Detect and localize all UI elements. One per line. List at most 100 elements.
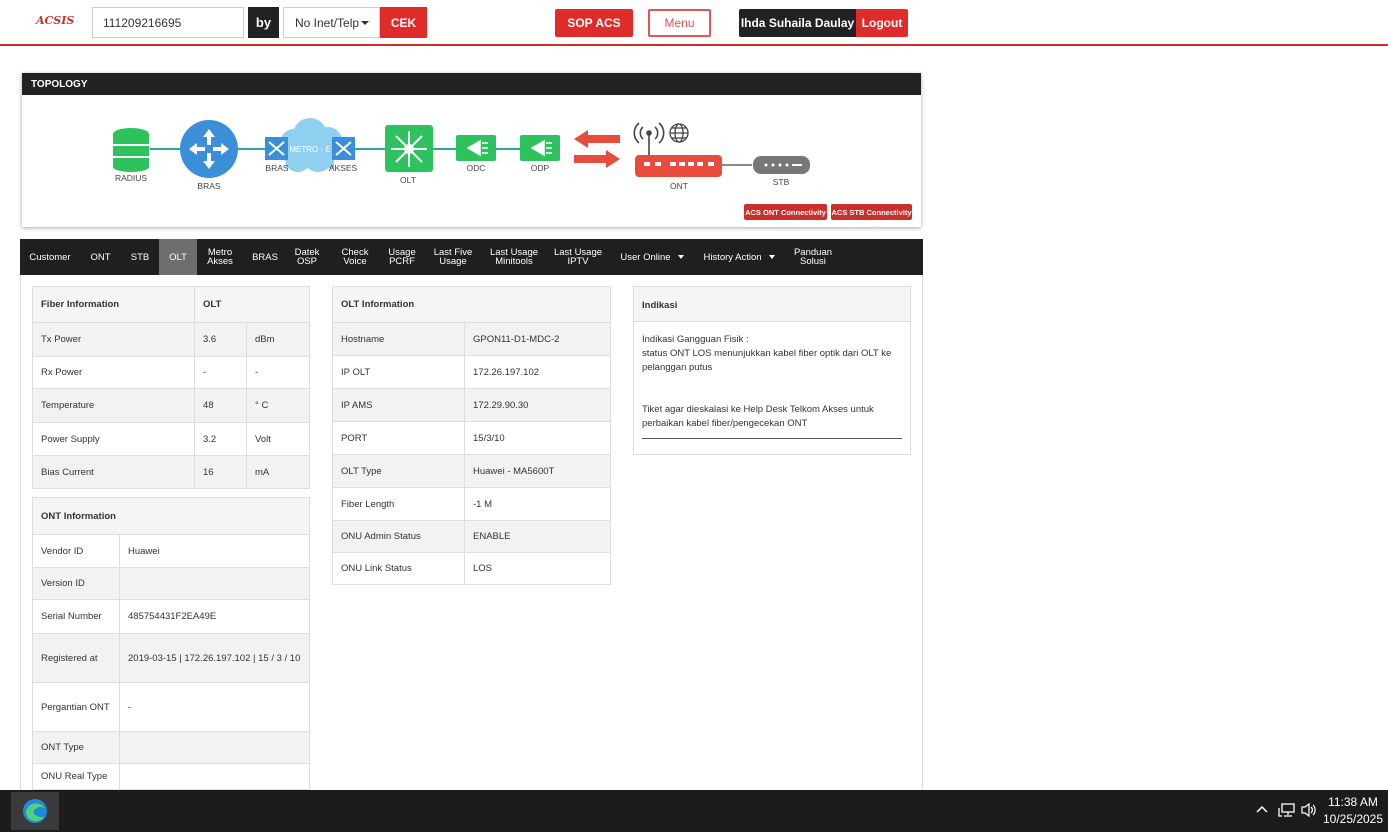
acs-stb-connectivity-button[interactable]: ACS STB Connectivity [831, 204, 912, 220]
row-label: Version ID [32, 567, 120, 600]
sop-acs-button[interactable]: SOP ACS [555, 9, 633, 37]
table-row: ONT Type [32, 731, 310, 764]
table-row: Tx Power 3.6 dBm [32, 322, 310, 357]
row-value: 3.2 [194, 422, 247, 456]
metro-label: METRO - E [289, 145, 330, 154]
row-label: Temperature [32, 388, 195, 423]
table-row: Bias Current 16 mA [32, 455, 310, 489]
row-value: 172.29.90.30 [464, 388, 611, 422]
table-row: Rx Power - - [32, 356, 310, 389]
cek-button[interactable]: CEK [380, 7, 427, 38]
app-logo[interactable]: ACSIS [36, 14, 74, 27]
indikasi-body: Indikasi Gangguan Fisik : status ONT LOS… [642, 333, 902, 431]
logout-button[interactable]: Logout [856, 9, 908, 37]
fiber-info-table: Fiber Information OLT Tx Power 3.6 dBm R… [32, 286, 310, 489]
tab-label: STB [130, 251, 150, 263]
table-row: Registered at 2019-03-15 | 172.26.197.10… [32, 633, 310, 683]
row-label: Rx Power [32, 356, 195, 389]
table-row: Serial Number 485754431F2EA49E [32, 599, 310, 634]
row-label: Fiber Length [332, 487, 465, 521]
table-row: Vendor ID Huawei [32, 534, 310, 568]
topology-panel: TOPOLOGY METRO - E RADIUS BRAS BRAS AKSE… [22, 73, 921, 227]
tab-label: Panduan Solusi [793, 247, 833, 267]
row-value [119, 763, 310, 790]
row-label: IP AMS [332, 388, 465, 422]
tab-label: User Online [620, 251, 671, 263]
tab-label: Datek OSP [294, 247, 320, 267]
clock-time: 11:38 AM [1328, 795, 1378, 809]
tab-label: History Action [703, 251, 762, 263]
fiber-olt-header: OLT [194, 286, 310, 323]
row-label: Pergantian ONT [32, 682, 120, 732]
system-clock[interactable]: 11:38 AM 10/25/2025 [1322, 794, 1384, 828]
table-row: ONU Link Status LOS [332, 552, 611, 585]
row-label: ONT Type [32, 731, 120, 764]
bras-router-icon [180, 120, 238, 178]
tab-olt[interactable]: OLT [159, 239, 197, 275]
row-unit: dBm [246, 322, 310, 357]
menu-button[interactable]: Menu [648, 9, 711, 37]
table-row: Power Supply 3.2 Volt [32, 422, 310, 456]
row-label: Tx Power [32, 322, 195, 357]
row-value: - [119, 682, 310, 732]
caret-down-icon [677, 255, 684, 259]
topology-title: TOPOLOGY [22, 73, 921, 95]
indikasi-title: Indikasi Gangguan Fisik : [642, 334, 749, 345]
tab-label: Check Voice [341, 247, 369, 267]
clock-date: 10/25/2025 [1322, 812, 1384, 826]
exchange-arrows-icon [574, 130, 620, 168]
row-value: Huawei [119, 534, 310, 568]
tab-bar: Customer ONT STB OLT Metro Akses BRAS Dat… [20, 239, 923, 275]
tab-history-action[interactable]: History Action [697, 239, 781, 275]
row-label: PORT [332, 421, 465, 455]
row-value: 15/3/10 [464, 421, 611, 455]
tab-user-online[interactable]: User Online [612, 239, 692, 275]
ont-info-header: ONT Information [32, 497, 310, 535]
tab-panduan-solusi[interactable]: Panduan Solusi [788, 239, 838, 275]
olt-hub-icon [385, 125, 433, 172]
by-label: by [248, 7, 279, 38]
search-by-select[interactable]: No Inet/Telp [283, 7, 380, 38]
tab-usage-pcrf[interactable]: Usage PCRF [383, 239, 421, 275]
tab-label: BRAS [252, 251, 278, 263]
row-unit: ° C [246, 388, 310, 423]
search-input[interactable] [92, 7, 244, 38]
tab-last-five-usage[interactable]: Last Five Usage [428, 239, 478, 275]
tab-last-usage-iptv[interactable]: Last Usage IPTV [550, 239, 606, 275]
odc-splitter-icon [456, 135, 496, 161]
tab-last-usage-minitools[interactable]: Last Usage Minitools [486, 239, 542, 275]
olt-info-header: OLT Information [332, 286, 611, 323]
odc-label: ODC [466, 163, 486, 173]
tab-label: Usage PCRF [388, 247, 416, 267]
row-value: LOS [464, 552, 611, 585]
tab-label: Last Usage IPTV [553, 247, 603, 267]
tab-check-voice[interactable]: Check Voice [336, 239, 374, 275]
caret-down-icon [768, 255, 775, 259]
edge-taskbar-button[interactable] [11, 792, 59, 830]
tab-stb[interactable]: STB [122, 239, 158, 275]
acs-ont-connectivity-button[interactable]: ACS ONT Connectivity [744, 204, 827, 220]
tab-label: ONT [90, 251, 111, 263]
row-label: OLT Type [332, 454, 465, 488]
tab-metro-akses[interactable]: Metro Akses [199, 239, 241, 275]
row-unit: Volt [246, 422, 310, 456]
row-unit: mA [246, 455, 310, 489]
tab-ont[interactable]: ONT [83, 239, 118, 275]
tab-datek-osp[interactable]: Datek OSP [290, 239, 324, 275]
radius-database-icon [113, 128, 149, 172]
taskbar: 11:38 AM 10/25/2025 [0, 790, 1388, 832]
volume-icon[interactable] [1300, 802, 1318, 818]
row-value: 485754431F2EA49E [119, 599, 310, 634]
caret-down-icon [361, 21, 369, 25]
row-label: Serial Number [32, 599, 120, 634]
edge-icon [23, 799, 47, 823]
tab-label: Last Usage Minitools [489, 247, 539, 267]
table-row: IP OLT 172.26.197.102 [332, 355, 611, 389]
row-unit: - [246, 356, 310, 389]
radius-label: RADIUS [114, 173, 148, 183]
chevron-up-icon[interactable] [1255, 802, 1269, 816]
row-label: Hostname [332, 322, 465, 356]
network-icon[interactable] [1278, 802, 1296, 818]
tab-customer[interactable]: Customer [22, 239, 78, 275]
tab-bras[interactable]: BRAS [246, 239, 284, 275]
